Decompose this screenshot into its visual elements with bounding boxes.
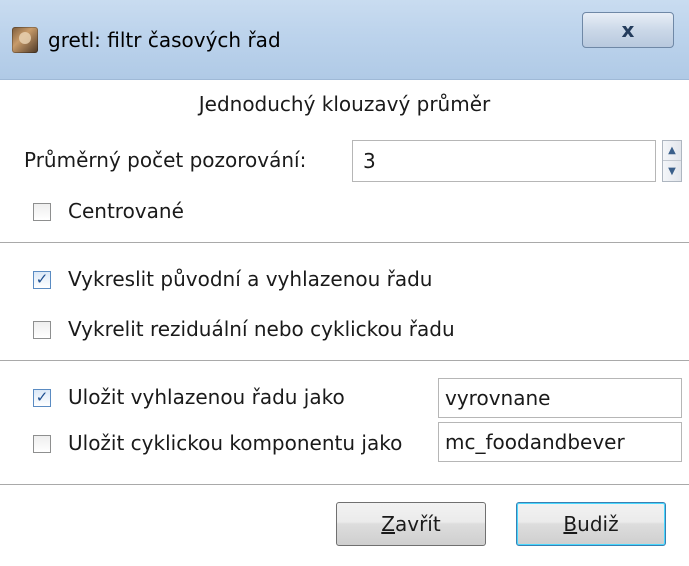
close-button-accel: Z — [381, 512, 395, 536]
close-button-label: avřít — [394, 512, 441, 536]
window-titlebar[interactable]: gretl: filtr časových řad x — [0, 0, 689, 80]
spin-up-arrow-icon[interactable]: ▲ — [663, 141, 681, 161]
close-icon: x — [621, 18, 635, 42]
ok-button[interactable]: Budiž — [516, 502, 666, 546]
plot-residual-label: Vykrelit reziduální nebo cyklickou řadu — [68, 317, 455, 341]
save-smoothed-name-input[interactable]: vyrovnane — [438, 378, 682, 418]
separator-2 — [0, 360, 689, 362]
centered-label: Centrované — [68, 199, 184, 223]
plot-residual-checkbox[interactable] — [33, 321, 51, 339]
checkmark-icon: ✓ — [35, 388, 49, 406]
window-close-button[interactable]: x — [582, 12, 674, 48]
ok-button-label: udiž — [577, 512, 619, 536]
average-count-input[interactable]: 3 — [352, 140, 656, 182]
save-cyclical-name-input[interactable]: mc_foodandbever — [438, 422, 682, 462]
plot-original-smoothed-label: Vykreslit původní a vyhlazenou řadu — [68, 267, 433, 291]
separator-3 — [0, 484, 689, 486]
centered-checkbox[interactable] — [33, 203, 51, 221]
save-smoothed-label: Uložit vyhlazenou řadu jako — [68, 385, 345, 409]
save-smoothed-checkbox[interactable]: ✓ — [33, 389, 51, 407]
ok-button-accel: B — [563, 512, 578, 536]
save-cyclical-checkbox[interactable] — [33, 435, 51, 453]
spin-down-arrow-icon[interactable]: ▼ — [663, 161, 681, 181]
gretl-app-icon — [12, 27, 38, 53]
plot-original-smoothed-checkbox[interactable]: ✓ — [33, 271, 51, 289]
checkmark-icon: ✓ — [35, 270, 49, 288]
close-button[interactable]: Zavřít — [336, 502, 486, 546]
window-title: gretl: filtr časových řad — [48, 28, 281, 52]
separator-1 — [0, 242, 689, 244]
filter-heading: Jednoduchý klouzavý průměr — [198, 92, 491, 116]
average-count-label: Průměrný počet pozorování: — [24, 148, 307, 172]
average-count-spinner[interactable]: ▲ ▼ — [662, 140, 682, 182]
save-cyclical-label: Uložit cyklickou komponentu jako — [68, 431, 403, 455]
